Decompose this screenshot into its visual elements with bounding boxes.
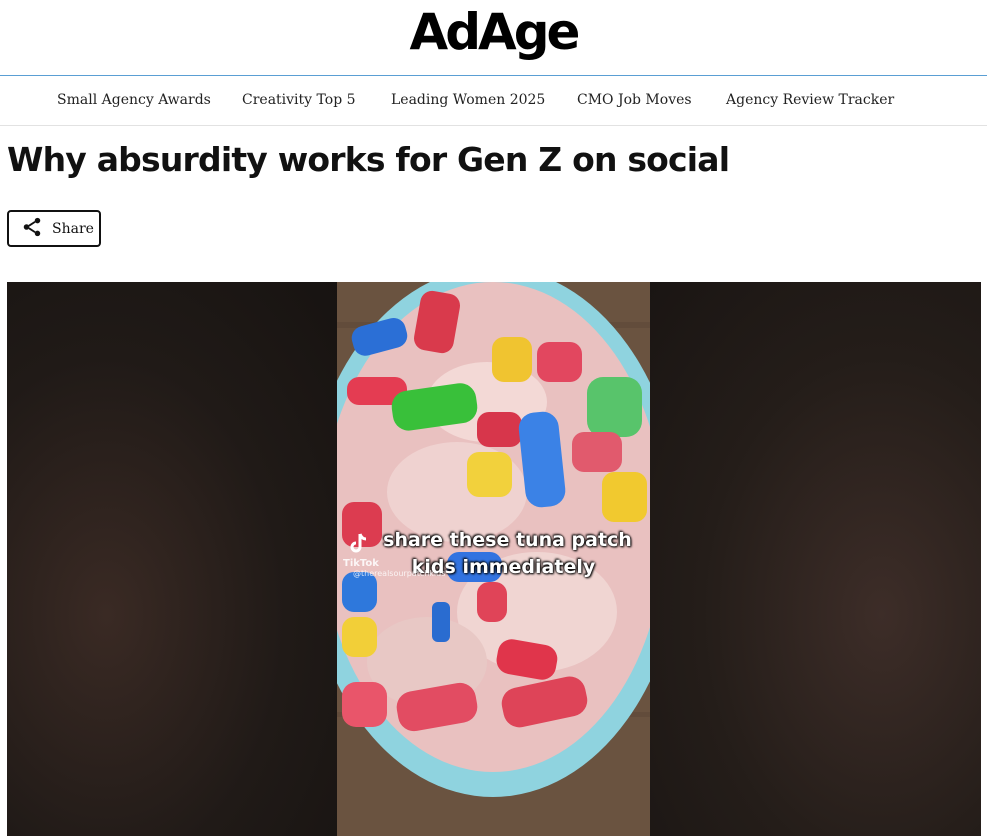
video-blur-backdrop-right (650, 282, 981, 836)
nav-item-agency-review-tracker[interactable]: Agency Review Tracker (726, 92, 894, 109)
top-nav: Small Agency Awards Creativity Top 5 Lea… (0, 76, 987, 126)
share-label: Share (52, 220, 94, 237)
nav-item-creativity-top-5[interactable]: Creativity Top 5 (242, 92, 356, 109)
masthead: AdAge (0, 0, 987, 76)
nav-item-leading-women-2025[interactable]: Leading Women 2025 (391, 92, 545, 109)
video-caption-line-1: share these tuna patch (383, 529, 632, 551)
nav-item-small-agency-awards[interactable]: Small Agency Awards (57, 92, 211, 109)
share-icon (21, 216, 43, 242)
share-button[interactable]: Share (7, 210, 101, 247)
nav-item-cmo-job-moves[interactable]: CMO Job Moves (577, 92, 692, 109)
video-player[interactable]: share these tuna patch kids immediately … (7, 282, 981, 836)
video-blur-backdrop-left (7, 282, 337, 836)
video-frame[interactable]: share these tuna patch kids immediately … (337, 282, 650, 836)
adage-logo[interactable]: AdAge (0, 0, 987, 64)
tiktok-watermark: TikTok (343, 558, 379, 569)
tiktok-handle: @therealsourpatchkids (353, 569, 446, 578)
article-headline: Why absurdity works for Gen Z on social (7, 140, 730, 179)
